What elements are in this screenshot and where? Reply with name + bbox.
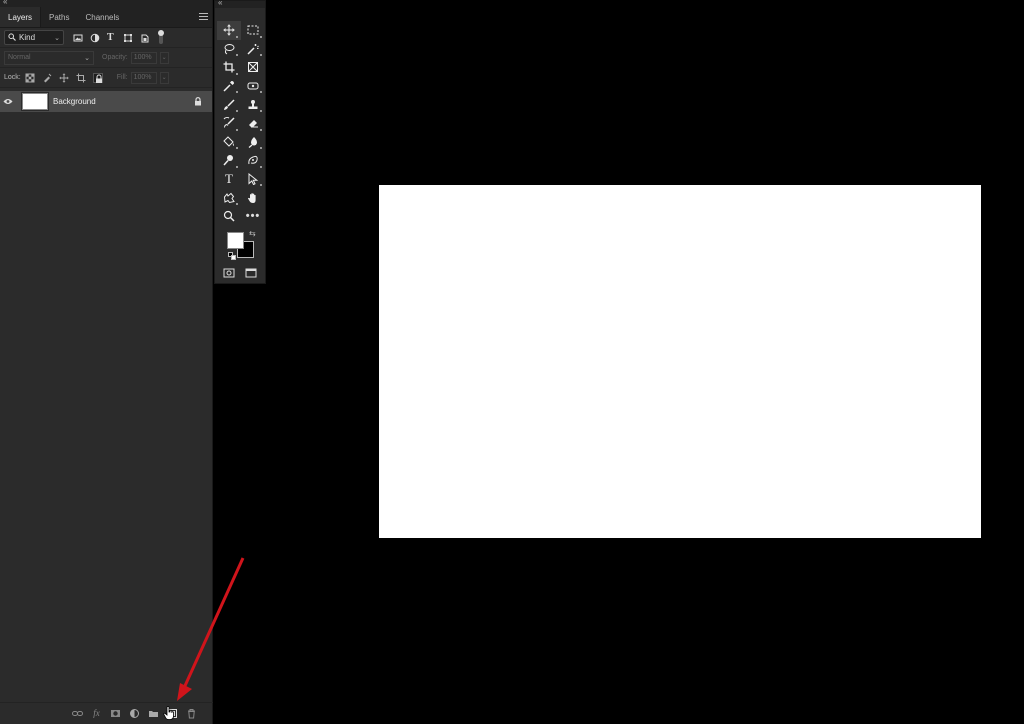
type-tool-icon[interactable]: T bbox=[217, 170, 241, 189]
foreground-color-swatch[interactable] bbox=[227, 231, 244, 249]
fill-input[interactable]: 100% bbox=[130, 71, 157, 84]
adjustment-filter-icon[interactable] bbox=[90, 33, 100, 43]
blend-row: Normal ⌄ Opacity: 100% ⌄ bbox=[0, 48, 212, 68]
layer-mask-icon[interactable] bbox=[110, 708, 121, 719]
hand-tool-icon[interactable] bbox=[241, 188, 265, 207]
custom-shape-icon[interactable] bbox=[217, 188, 241, 207]
tab-layers[interactable]: Layers bbox=[0, 7, 42, 27]
document-canvas[interactable] bbox=[379, 185, 981, 538]
blend-mode-select[interactable]: Normal ⌄ bbox=[4, 50, 94, 65]
toolbar-bottom bbox=[215, 267, 265, 279]
rectangular-marquee-icon[interactable] bbox=[241, 21, 265, 40]
chevron-down-icon: ⌄ bbox=[84, 54, 90, 62]
panel-menu-icon[interactable] bbox=[199, 13, 208, 21]
collapse-chevron-icon[interactable]: « bbox=[218, 0, 222, 8]
layer-name[interactable]: Background bbox=[53, 97, 194, 106]
frame-tool-icon[interactable] bbox=[241, 58, 265, 77]
pen-tool-icon[interactable] bbox=[241, 151, 265, 170]
fill-control: Fill: 100% ⌄ bbox=[116, 71, 169, 84]
lock-all-icon[interactable] bbox=[92, 72, 103, 83]
fill-dropdown[interactable]: ⌄ bbox=[159, 71, 169, 84]
opacity-input[interactable]: 100% bbox=[130, 51, 157, 64]
panel-tabs: Layers Paths Channels bbox=[0, 7, 212, 28]
tab-channels[interactable]: Channels bbox=[77, 7, 127, 27]
collapse-chevron-icon[interactable]: « bbox=[3, 0, 7, 7]
brush-tool-icon[interactable] bbox=[217, 95, 241, 114]
eraser-tool-icon[interactable] bbox=[241, 114, 265, 133]
smart-object-filter-icon[interactable] bbox=[140, 33, 150, 43]
search-icon bbox=[8, 32, 16, 43]
lock-position-icon[interactable] bbox=[59, 73, 69, 83]
default-colors-icon[interactable] bbox=[228, 251, 236, 260]
shape-filter-icon[interactable] bbox=[123, 33, 133, 43]
lock-label: Lock: bbox=[4, 74, 21, 81]
image-filter-icon[interactable] bbox=[73, 33, 83, 43]
lock-artboard-icon[interactable] bbox=[76, 73, 86, 83]
crop-tool-icon[interactable] bbox=[217, 58, 241, 77]
toolbar-collapse-bar[interactable]: « bbox=[215, 0, 265, 8]
zoom-tool-icon[interactable] bbox=[217, 207, 241, 226]
filter-toggle[interactable] bbox=[158, 29, 164, 44]
fill-label: Fill: bbox=[116, 74, 128, 81]
delete-layer-icon[interactable] bbox=[186, 708, 197, 719]
layers-panel: « Layers Paths Channels Kind ⌄ T Normal … bbox=[0, 0, 213, 724]
layers-panel-footer: fx bbox=[0, 702, 213, 724]
clone-stamp-icon[interactable] bbox=[241, 95, 265, 114]
layer-filter-row: Kind ⌄ T bbox=[0, 28, 212, 48]
link-layers-icon[interactable] bbox=[72, 708, 83, 719]
filter-kind-label: Kind bbox=[19, 33, 36, 42]
filter-icons: T bbox=[73, 29, 164, 44]
lock-icons bbox=[25, 72, 103, 83]
blur-tool-icon[interactable] bbox=[241, 133, 265, 152]
lock-transparent-pixels-icon[interactable] bbox=[25, 73, 35, 83]
move-tool-icon[interactable] bbox=[217, 21, 241, 40]
color-swatches: ⇆ bbox=[215, 229, 265, 263]
path-selection-icon[interactable] bbox=[241, 170, 265, 189]
eyedropper-icon[interactable] bbox=[217, 77, 241, 96]
tab-paths[interactable]: Paths bbox=[41, 7, 77, 27]
opacity-control: Opacity: 100% ⌄ bbox=[102, 51, 169, 64]
swap-colors-icon[interactable]: ⇆ bbox=[249, 229, 256, 238]
new-group-icon[interactable] bbox=[148, 708, 159, 719]
lock-image-pixels-icon[interactable] bbox=[42, 73, 52, 83]
hand-pointer-cursor-icon bbox=[163, 706, 174, 720]
magic-wand-icon[interactable] bbox=[241, 40, 265, 59]
quick-mask-icon[interactable] bbox=[223, 267, 235, 279]
dodge-tool-icon[interactable] bbox=[217, 151, 241, 170]
opacity-label: Opacity: bbox=[102, 54, 128, 61]
tool-grid: T ••• bbox=[215, 8, 265, 226]
visibility-eye-icon[interactable] bbox=[0, 98, 16, 105]
chevron-down-icon: ⌄ bbox=[54, 34, 60, 42]
history-brush-icon[interactable] bbox=[217, 114, 241, 133]
panel-collapse-bar[interactable]: « bbox=[0, 0, 212, 7]
lock-row: Lock: Fill: 100% ⌄ bbox=[0, 68, 212, 88]
layer-thumbnail[interactable] bbox=[21, 92, 49, 111]
screen-mode-icon[interactable] bbox=[245, 267, 257, 279]
type-filter-icon[interactable]: T bbox=[107, 32, 116, 43]
lasso-tool-icon[interactable] bbox=[217, 40, 241, 59]
layer-lock-icon[interactable] bbox=[194, 93, 202, 111]
more-tools-icon[interactable]: ••• bbox=[241, 207, 265, 226]
blend-mode-label: Normal bbox=[8, 54, 31, 61]
filter-kind-select[interactable]: Kind ⌄ bbox=[4, 30, 64, 45]
tools-panel: « T ••• ⇆ bbox=[214, 0, 266, 284]
adjustment-layer-icon[interactable] bbox=[129, 708, 140, 719]
spot-healing-icon[interactable] bbox=[241, 77, 265, 96]
photoshop-workspace: « Layers Paths Channels Kind ⌄ T Normal … bbox=[0, 0, 1024, 724]
paint-bucket-icon[interactable] bbox=[217, 133, 241, 152]
layer-row-background[interactable]: Background bbox=[0, 91, 212, 112]
opacity-dropdown[interactable]: ⌄ bbox=[159, 51, 169, 64]
fx-icon[interactable]: fx bbox=[91, 708, 102, 719]
